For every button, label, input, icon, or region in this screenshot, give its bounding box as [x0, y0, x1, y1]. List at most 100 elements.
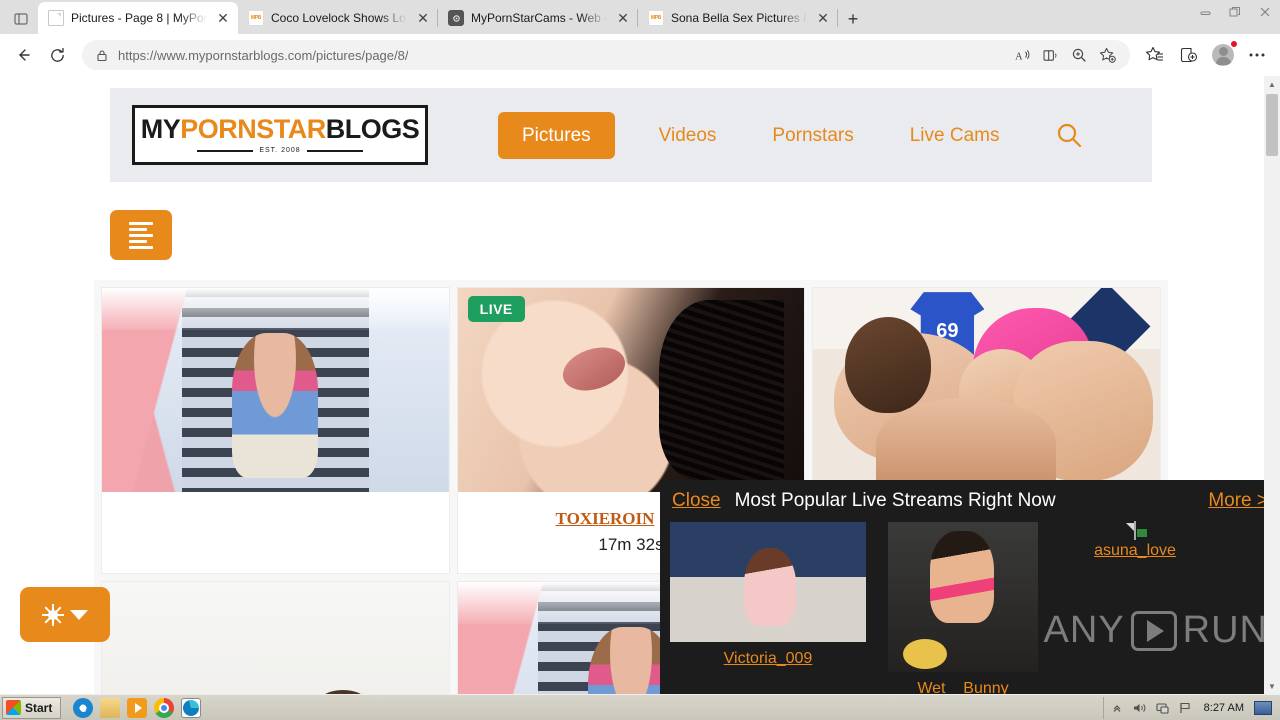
logo-part1: MY — [140, 114, 181, 144]
edge-icon[interactable] — [181, 697, 202, 718]
profile-avatar[interactable] — [1208, 40, 1238, 70]
nav-item-videos[interactable]: Videos — [631, 126, 745, 145]
address-bar[interactable]: https://www.mypornstarblogs.com/pictures… — [82, 40, 1130, 70]
browser-window: Pictures - Page 8 | MyPornStarBlo ✕ MPB … — [0, 0, 1280, 694]
ellipsis-icon[interactable] — [1242, 40, 1272, 70]
nav-item-live-cams[interactable]: Live Cams — [882, 126, 1028, 145]
media-player-icon[interactable] — [127, 697, 148, 718]
tab-close-icon[interactable]: ✕ — [414, 9, 432, 27]
overlay-title: Most Popular Live Streams Right Now — [734, 490, 1056, 511]
scroll-up-arrow[interactable]: ▲ — [1264, 76, 1280, 92]
network-icon[interactable] — [1156, 700, 1171, 715]
logo-part2: PORNSTAR — [180, 114, 326, 144]
scrollbar-thumb[interactable] — [1266, 94, 1278, 156]
start-button[interactable]: Start — [2, 696, 62, 719]
nav-item-pornstars[interactable]: Pornstars — [744, 126, 881, 145]
show-desktop-icon[interactable] — [1254, 700, 1272, 715]
minimize-icon[interactable] — [1190, 0, 1220, 24]
lock-icon — [92, 45, 112, 65]
mpb-icon: MPB — [648, 10, 664, 26]
live-badge: LIVE — [467, 296, 525, 322]
logo-text: MYPORNSTARBLOGS — [141, 116, 420, 143]
windows-logo-icon — [6, 700, 21, 715]
figure-graphic — [875, 397, 1056, 488]
overlay-stream-item[interactable]: Victoria_009 — [670, 522, 866, 694]
window-controls — [1190, 0, 1280, 24]
stream-thumbnail[interactable] — [670, 522, 866, 642]
live-streams-overlay: Close Most Popular Live Streams Right No… — [660, 480, 1280, 694]
reload-icon[interactable] — [42, 40, 72, 70]
favorites-icon[interactable] — [1140, 40, 1170, 70]
site-header: MYPORNSTARBLOGS EST. 2008 Pictures Video… — [110, 88, 1152, 182]
figure-graphic — [844, 316, 931, 413]
stream-name[interactable]: Wet__Bunny — [888, 680, 1038, 694]
brightness-sun-icon — [42, 603, 64, 626]
card-thumbnail[interactable]: 69 — [813, 288, 1160, 492]
chrome-icon[interactable] — [154, 697, 175, 718]
list-bars — [129, 221, 153, 249]
browser-toolbar: https://www.mypornstarblogs.com/pictures… — [0, 34, 1280, 76]
add-favorite-icon[interactable] — [1094, 42, 1120, 68]
stream-name[interactable]: Victoria_009 — [670, 650, 866, 668]
mpb-icon: MPB — [248, 10, 264, 26]
windows-taskbar: Start e 8:27 AM — [0, 694, 1280, 720]
system-tray: 8:27 AM — [1102, 696, 1278, 719]
volume-icon[interactable] — [1133, 700, 1148, 715]
card-thumbnail[interactable]: LIVE — [457, 288, 805, 492]
tab-title: Sona Bella Sex Pictures From Tiny — [671, 11, 807, 25]
overlay-stream-item[interactable]: asuna_love — [1060, 521, 1210, 694]
overlay-close-link[interactable]: Close — [672, 490, 721, 512]
logo-part3: BLOGS — [325, 114, 420, 144]
start-label: Start — [25, 700, 53, 715]
overlay-more-link[interactable]: More > — [1208, 490, 1268, 512]
show-hidden-icons[interactable] — [1110, 700, 1125, 715]
tab-title: Coco Lovelock Shows Lots Of Lo — [271, 11, 407, 25]
flag-icon[interactable] — [1179, 700, 1194, 715]
site-nav: Pictures Videos Pornstars Live Cams — [498, 111, 1083, 159]
page-scrollbar[interactable]: ▲ ▼ — [1264, 76, 1280, 694]
browser-tab-2[interactable]: MPB Coco Lovelock Shows Lots Of Lo ✕ — [238, 2, 438, 34]
tab-search-icon[interactable] — [4, 4, 38, 34]
internet-explorer-icon[interactable]: e — [73, 697, 94, 718]
card-thumbnail[interactable] — [102, 582, 449, 694]
caret-down-icon[interactable] — [70, 609, 88, 620]
nav-item-pictures[interactable]: Pictures — [498, 111, 615, 159]
browser-tab-4[interactable]: MPB Sona Bella Sex Pictures From Tiny ✕ — [638, 2, 838, 34]
list-view-icon[interactable] — [110, 210, 172, 260]
tab-title: Pictures - Page 8 | MyPornStarBlo — [71, 11, 207, 25]
svg-text:A: A — [1015, 51, 1023, 62]
browser-tab-3[interactable]: MyPornStarCams - Web Cam Vid ✕ — [438, 2, 638, 34]
scroll-down-arrow[interactable]: ▼ — [1264, 678, 1280, 694]
tab-title: MyPornStarCams - Web Cam Vid — [471, 11, 607, 25]
card-model-name[interactable]: TOXIEROIN — [556, 509, 655, 528]
browser-tab-1[interactable]: Pictures - Page 8 | MyPornStarBlo ✕ — [38, 2, 238, 34]
close-icon[interactable] — [1250, 0, 1280, 24]
brightness-toggle-button[interactable] — [20, 587, 110, 642]
content-card-1[interactable] — [101, 287, 450, 574]
content-card-4[interactable] — [101, 581, 450, 694]
logo-established: EST. 2008 — [259, 147, 301, 154]
card-thumbnail[interactable] — [102, 288, 449, 492]
read-aloud-icon[interactable]: A — [1010, 42, 1036, 68]
restore-icon[interactable] — [1220, 0, 1250, 24]
tab-close-icon[interactable]: ✕ — [614, 9, 632, 27]
stream-name[interactable]: asuna_love — [1060, 542, 1210, 560]
overlay-stream-item[interactable]: Wet__Bunny — [888, 522, 1038, 694]
overlay-stream-list: Victoria_009 Wet__Bunny asuna_love — [660, 518, 1280, 694]
clock[interactable]: 8:27 AM — [1204, 702, 1244, 714]
stream-thumbnail[interactable] — [888, 522, 1038, 672]
back-arrow-icon[interactable] — [8, 40, 38, 70]
site-logo[interactable]: MYPORNSTARBLOGS EST. 2008 — [132, 105, 428, 165]
folder-icon[interactable] — [100, 697, 121, 718]
zoom-icon[interactable] — [1066, 42, 1092, 68]
document-icon — [48, 10, 64, 26]
tab-close-icon[interactable]: ✕ — [814, 9, 832, 27]
new-tab-button[interactable]: + — [838, 4, 868, 34]
immersive-reader-icon[interactable] — [1038, 42, 1064, 68]
search-icon[interactable] — [1055, 121, 1083, 149]
tab-close-icon[interactable]: ✕ — [214, 9, 232, 27]
omnibox-actions: A — [1010, 42, 1120, 68]
collections-icon[interactable] — [1174, 40, 1204, 70]
quick-launch-bar: e — [73, 697, 202, 718]
tab-strip: Pictures - Page 8 | MyPornStarBlo ✕ MPB … — [0, 0, 1280, 34]
